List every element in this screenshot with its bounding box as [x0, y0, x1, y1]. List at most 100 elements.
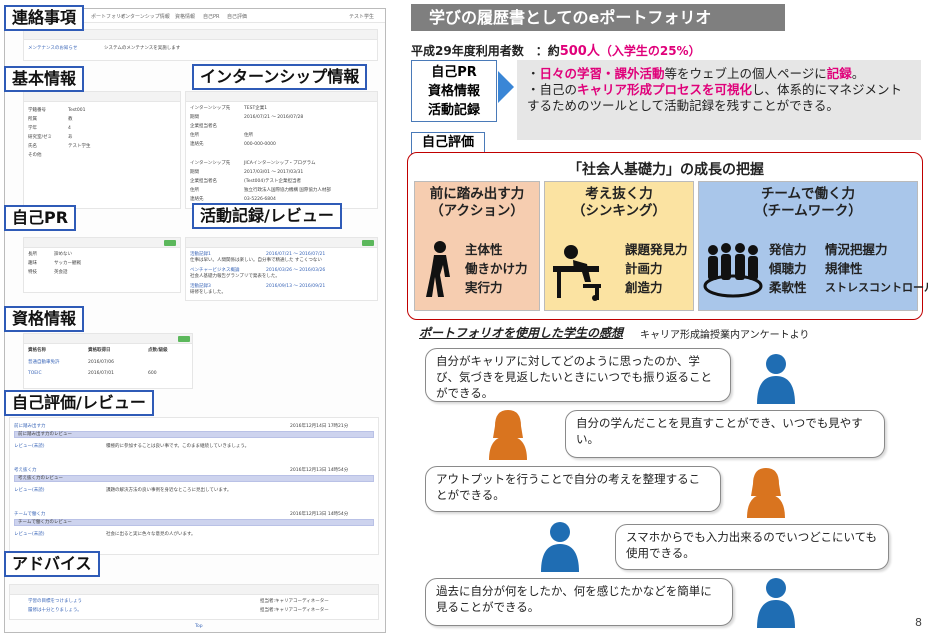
nav-user[interactable]: テスト学生 [349, 13, 374, 20]
notice-title[interactable]: メンテナンスのお知らせ [28, 46, 77, 51]
label-advice: アドバイス [4, 551, 100, 577]
feedback-bubble: アウトプットを行うことで自分の考えを整理することができる。 [425, 466, 721, 512]
thinking-person-icon [553, 245, 601, 301]
field-value: 独立行政法人国際協力機構 国際協力人材部 [244, 188, 331, 193]
advice-item[interactable]: 履修は十分とりましょう。 [28, 608, 82, 613]
qualify-name[interactable]: TOEIC [28, 371, 42, 376]
eval-timestamp: 2016年12月13日 14時54分 [290, 468, 349, 473]
field-label: 長所 [28, 252, 37, 257]
qualify-date: 2016/07/06 [88, 360, 114, 365]
selfeval-section: 前に踏み出す力 2016年12月14日 17時21分前に踏み出す力のレビューレビュ… [9, 417, 379, 555]
field-value: あ [68, 135, 73, 140]
column-header: 資格名称 [28, 348, 46, 353]
review-bar [14, 475, 374, 482]
eval-timestamp: 2016年12月14日 17時21分 [290, 424, 349, 429]
records-description: ・日々の学習・課外活動等をウェブ上の個人ページに記録。 ・自己のキャリア形成プロ… [517, 60, 921, 140]
activity-period: 2016/09/13 〜 2016/09/21 [266, 284, 326, 289]
page-number: 8 [915, 616, 922, 629]
intern-section: インターンシップ先 TEST企業1 期間 2016/07/21 〜 2016/07/2… [185, 91, 378, 209]
field-label: 連絡先 [190, 197, 204, 202]
feedback-bubble: 自分がキャリアに対してどのように思ったのか、学び、気づきを見返したいときにいつで… [425, 348, 731, 402]
activity-title[interactable]: ベンチャービジネス概論 [190, 268, 239, 273]
feedback-bubble: 自分の学んだことを見直すことができ、いつでも見やすい。 [565, 410, 885, 458]
field-label: 期間 [190, 170, 199, 175]
review-link[interactable]: レビュー(未読) [14, 488, 45, 493]
field-value: 4 [68, 126, 71, 131]
review-heading: 考え抜く力のレビュー [18, 476, 63, 481]
activity-text: 仕事は早い。人間関係は楽しい。自分事で精通した すこくつない [190, 258, 322, 263]
basic-section: 学籍番号 Test001 所属 教学年 4 研究室/ゼミ あ氏名 テスト学生 その他 [23, 91, 181, 209]
notice-text: システムのメンテナンスを実施します [104, 46, 181, 51]
review-link[interactable]: レビュー(未読) [14, 532, 45, 537]
activity-period: 2016/07/21 〜 2016/07/21 [266, 252, 326, 257]
eval-timestamp: 2016年12月13日 14時54分 [290, 512, 349, 517]
capability-thinking: 考え抜く力 （シンキング） 課題発見力 計画力 創造力 [544, 181, 694, 311]
field-value: TEST企業1 [244, 106, 268, 111]
review-text: 積極的に参加することは良い事です。このまま継続していきましょう。 [106, 444, 250, 449]
explanation-panel: 学びの履歴書としてのeポートフォリオ 平成29年度利用者数 ：約500人（入学生… [395, 0, 928, 635]
label-basic: 基本情報 [4, 66, 85, 92]
activity-period: 2016/03/26 〜 2016/03/26 [266, 268, 326, 273]
field-value: 000-000-0000 [244, 142, 276, 147]
review-heading: 前に踏み出す力のレビュー [18, 432, 72, 437]
field-label: 所属 [28, 117, 37, 122]
field-label: 特技 [28, 270, 37, 275]
qualify-name[interactable]: 普通自動車免許 [28, 360, 60, 365]
qualify-score: 600 [148, 371, 157, 376]
activity-title[interactable]: 活動記録1 [190, 252, 211, 257]
feedback-title: ポートフォリオを使用した学生の感想 [419, 326, 624, 340]
female-student-icon [489, 410, 527, 460]
team-circle-icon [703, 243, 763, 298]
field-value: 2017/03/01 〜 2017/03/31 [244, 170, 304, 175]
label-selfeval: 自己評価/レビュー [4, 390, 154, 416]
eval-group-title[interactable]: 前に踏み出す力 [14, 424, 46, 429]
field-label: 住所 [190, 133, 199, 138]
eval-group-title[interactable]: チームで働く力 [14, 512, 45, 517]
feedback-bubble: 過去に自分が何をしたか、何を感じたかなどを簡単に見ることができる。 [425, 578, 733, 626]
field-label: 研究室/ゼミ [28, 135, 53, 140]
framework-title: 「社会人基礎力」の成長の把握 [568, 162, 764, 178]
label-notice: 連絡事項 [4, 5, 85, 31]
nav-item[interactable]: 自己評価 [227, 13, 247, 20]
nav-item[interactable]: インターンシップ情報 [120, 13, 170, 20]
nav-item[interactable]: 自己PR [203, 13, 220, 20]
male-student-icon [541, 522, 579, 572]
eval-group-title[interactable]: 考え抜く力 [14, 468, 37, 473]
field-label: その他 [28, 153, 42, 158]
field-value: 教 [68, 117, 73, 122]
review-text: 社会に出ると実に色々な意見の人がいます。 [106, 532, 196, 537]
field-value: サッカー観戦 [54, 261, 81, 266]
field-value: 03-5226-6804 [244, 197, 276, 202]
field-label: インターンシップ先 [190, 106, 231, 111]
usage-line: 平成29年度利用者数 ：約500人（入学生の25%） [411, 44, 701, 59]
review-link[interactable]: レビュー(未読) [14, 444, 45, 449]
male-student-icon [757, 354, 795, 404]
female-student-icon [747, 468, 785, 518]
label-selfpr: 自己PR [4, 205, 77, 231]
nav-item[interactable]: 資格情報 [175, 13, 195, 20]
activity-text: 研修をしました。 [190, 290, 226, 295]
selfeval-box: 自己評価 [411, 132, 485, 154]
field-value: 2016/07/21 〜 2016/07/28 [244, 115, 304, 120]
notice-section: メンテナンスのお知らせ システムのメンテナンスを実施します [23, 29, 378, 61]
right-arrow [498, 71, 514, 103]
walking-person-icon [426, 241, 450, 297]
label-qualify: 資格情報 [4, 306, 85, 332]
field-label: 期間 [190, 115, 199, 120]
advice-item[interactable]: 学習の目標をつけましょう [28, 599, 82, 604]
slide-title: 学びの履歴書としてのeポートフォリオ [411, 4, 785, 31]
feedback-subtitle: キャリア形成論授業内アンケートより [640, 330, 810, 341]
activity-title[interactable]: 活動記録3 [190, 284, 211, 289]
male-student-icon [757, 578, 795, 628]
top-link[interactable]: Top [195, 624, 203, 629]
field-label: 企業担当者名 [190, 179, 217, 184]
field-value: 住所 [244, 133, 253, 138]
label-intern: インターンシップ情報 [192, 64, 368, 90]
activity-text: 社会人基礎力報告グランプリで発表をした。 [190, 274, 280, 279]
field-label: 企業担当者名 [190, 124, 217, 129]
field-label: 連絡先 [190, 142, 204, 147]
advice-author: 担当者:キャリアコーディネーター [260, 608, 329, 613]
field-value: JICAインターンシップ・プログラム [244, 161, 316, 166]
field-label: 氏名 [28, 144, 37, 149]
feedback-bubble: スマホからでも入力出来るのでいつどこにいても使用できる。 [615, 524, 889, 570]
